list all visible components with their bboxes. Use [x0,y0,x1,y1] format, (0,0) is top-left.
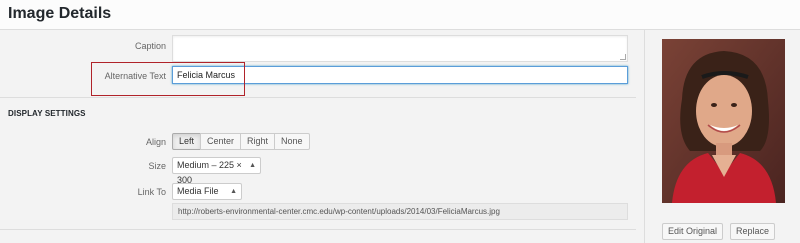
align-button-group: Left Center Right None [172,133,310,150]
size-select[interactable]: Medium – 225 × 300 ▲︎ [172,157,261,185]
display-settings-heading: DISPLAY SETTINGS [8,109,86,118]
replace-button[interactable]: Replace [730,223,776,240]
edit-original-button[interactable]: Edit Original [662,223,724,240]
section-divider [0,97,636,98]
portrait-photo [662,39,785,203]
link-to-select[interactable]: Media File ▲︎ [172,183,242,200]
image-preview-panel: Edit Original Replace [644,30,800,243]
link-url-field[interactable]: http://roberts-environmental-center.cmc.… [172,203,628,220]
image-preview [662,39,785,203]
align-none-button[interactable]: None [274,133,310,150]
image-settings-panel: Caption Alternative Text Felicia Marcus … [0,30,644,243]
align-label: Align [145,137,166,147]
section-divider [0,229,636,230]
resize-grip-icon[interactable] [620,54,626,60]
caption-label: Caption [134,41,166,51]
size-select-value: Medium – 225 × 300 [177,160,242,185]
up-down-arrows-icon: ▲︎ [249,162,256,169]
size-label: Size [148,161,166,171]
up-down-arrows-icon: ▲︎ [230,188,237,195]
align-left-button[interactable]: Left [172,133,202,150]
page-title: Image Details [8,5,112,22]
link-to-label: Link To [137,187,166,197]
link-to-select-value: Media File [177,186,219,196]
alt-text-highlight-annotation [91,62,245,96]
caption-textarea[interactable] [172,35,628,62]
modal-header: Image Details [0,0,800,30]
align-center-button[interactable]: Center [200,133,242,150]
align-right-button[interactable]: Right [240,133,276,150]
